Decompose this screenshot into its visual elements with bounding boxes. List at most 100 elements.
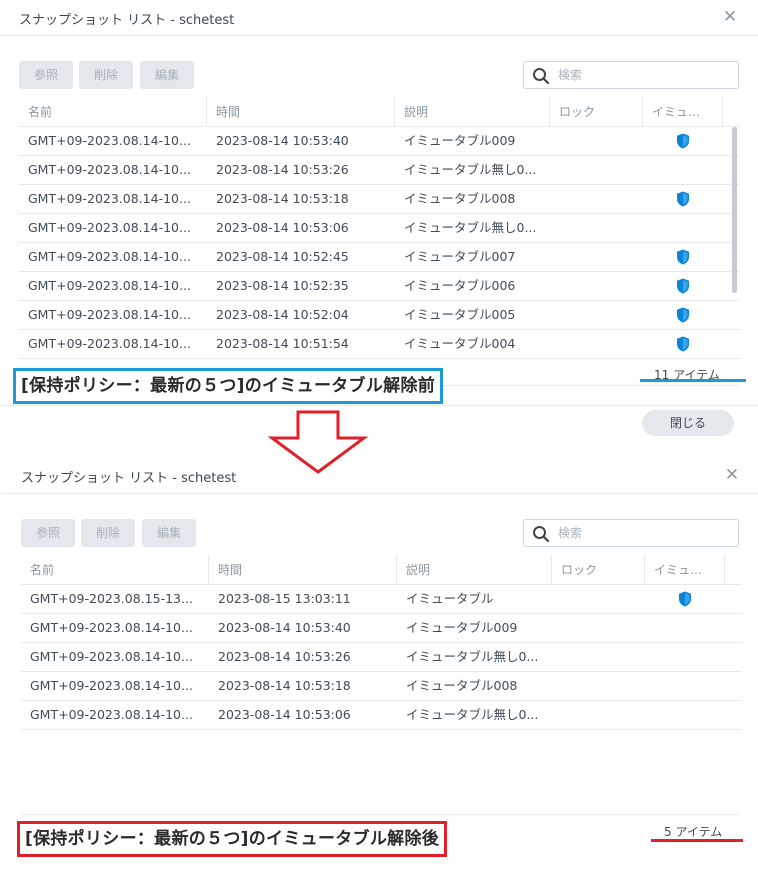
cell-name: GMT+09-2023.08.14-10... [30, 678, 193, 693]
table-row[interactable]: GMT+09-2023.08.14-10... 2023-08-14 10:53:… [19, 185, 740, 214]
table-row[interactable]: GMT+09-2023.08.14-10... 2023-08-14 10:52:… [19, 243, 740, 272]
close-button[interactable]: 閉じる [642, 410, 734, 436]
item-count: 5 アイテム [664, 825, 723, 839]
search-box[interactable] [523, 519, 739, 547]
close-icon[interactable]: ✕ [724, 465, 740, 485]
search-icon [533, 526, 550, 543]
table-row[interactable]: GMT+09-2023.08.14-10... 2023-08-14 10:53:… [21, 701, 742, 730]
cell-lock [550, 185, 643, 213]
cell-immutable [645, 614, 725, 642]
search-input[interactable] [558, 523, 728, 543]
table-row[interactable]: GMT+09-2023.08.14-10... 2023-08-14 10:52:… [19, 301, 740, 330]
cell-time: 2023-08-14 10:53:26 [218, 649, 351, 664]
table-row[interactable]: GMT+09-2023.08.15-13... 2023-08-15 13:03:… [21, 585, 742, 614]
browse-button[interactable]: 参照 [19, 61, 73, 89]
table-row[interactable]: GMT+09-2023.08.14-10... 2023-08-14 10:53:… [19, 127, 740, 156]
table-row[interactable]: GMT+09-2023.08.14-10... 2023-08-14 10:53:… [21, 643, 742, 672]
toolbar: 参照 削除 編集 [19, 61, 739, 89]
cell-name: GMT+09-2023.08.15-13... [30, 591, 193, 606]
cell-name: GMT+09-2023.08.14-10... [28, 133, 191, 148]
column-header-immutable[interactable]: イミュ… [645, 555, 725, 585]
cell-time: 2023-08-14 10:53:18 [216, 191, 349, 206]
cell-lock [550, 127, 643, 155]
cell-description: イミュータブル無し0... [404, 220, 537, 235]
column-header-time[interactable]: 時間 [209, 555, 397, 585]
cell-name: GMT+09-2023.08.14-10... [30, 707, 193, 722]
snapshot-list-dialog-after: スナップショット リスト - schetest ✕ 参照 削除 編集 名前 時間… [2, 458, 758, 869]
dialog-title: スナップショット リスト - schetest [19, 13, 235, 28]
vertical-scrollbar[interactable] [732, 127, 737, 293]
cell-lock [552, 643, 645, 671]
cell-description: イミュータブル004 [404, 336, 516, 351]
dialog-title-bar: スナップショット リスト - schetest ✕ [0, 0, 758, 36]
cell-name: GMT+09-2023.08.14-10... [28, 278, 191, 293]
shield-icon [677, 191, 689, 206]
table-row[interactable]: GMT+09-2023.08.14-10... 2023-08-14 10:53:… [21, 672, 742, 701]
search-box[interactable] [523, 61, 739, 89]
cell-immutable [643, 185, 723, 213]
cell-description: イミュータブル無し0... [406, 707, 539, 722]
column-header-description[interactable]: 説明 [395, 97, 550, 127]
cell-description: イミュータブル009 [404, 133, 516, 148]
cell-time: 2023-08-15 13:03:11 [218, 591, 351, 606]
column-header-name[interactable]: 名前 [19, 97, 207, 127]
cell-immutable [643, 272, 723, 300]
annotation-caption-after: [保持ポリシー：最新の５つ]のイミュータブル解除後 [17, 821, 448, 857]
cell-immutable [643, 243, 723, 271]
cell-immutable [645, 672, 725, 700]
cell-name: GMT+09-2023.08.14-10... [28, 249, 191, 264]
table-row[interactable]: GMT+09-2023.08.14-10... 2023-08-14 10:52:… [19, 272, 740, 301]
cell-name: GMT+09-2023.08.14-10... [28, 336, 191, 351]
cell-lock [550, 330, 643, 358]
cell-immutable [645, 701, 725, 729]
shield-icon [677, 278, 689, 293]
edit-button[interactable]: 編集 [142, 519, 196, 547]
cell-name: GMT+09-2023.08.14-10... [28, 220, 191, 235]
grid-header: 名前 時間 説明 ロック イミュ… [19, 97, 740, 127]
browse-button[interactable]: 参照 [21, 519, 75, 547]
table-row[interactable]: GMT+09-2023.08.14-10... 2023-08-14 10:53:… [19, 156, 740, 185]
cell-time: 2023-08-14 10:52:45 [216, 249, 349, 264]
cell-immutable [643, 127, 723, 155]
cell-description: イミュータブル006 [404, 278, 516, 293]
column-header-time[interactable]: 時間 [207, 97, 395, 127]
annotation-caption-before: [保持ポリシー：最新の５つ]のイミュータブル解除前 [13, 368, 444, 404]
cell-lock [552, 585, 645, 613]
cell-time: 2023-08-14 10:52:35 [216, 278, 349, 293]
cell-description: イミュータブル無し0... [406, 649, 539, 664]
delete-button[interactable]: 削除 [79, 61, 133, 89]
search-icon [533, 68, 550, 85]
column-header-immutable[interactable]: イミュ… [643, 97, 723, 127]
table-row[interactable]: GMT+09-2023.08.14-10... 2023-08-14 10:51:… [19, 330, 740, 359]
cell-time: 2023-08-14 10:53:06 [216, 220, 349, 235]
snapshot-list-dialog-before: スナップショット リスト - schetest ✕ 参照 削除 編集 名前 時間… [0, 0, 758, 405]
cell-time: 2023-08-14 10:53:26 [216, 162, 349, 177]
cell-immutable [643, 156, 723, 184]
cell-description: イミュータブル無し0... [404, 162, 537, 177]
delete-button[interactable]: 削除 [81, 519, 135, 547]
table-row[interactable]: GMT+09-2023.08.14-10... 2023-08-14 10:53:… [19, 214, 740, 243]
snapshot-grid: 名前 時間 説明 ロック イミュ… GMT+09-2023.08.14-10..… [19, 97, 740, 359]
cell-description: イミュータブル005 [404, 307, 516, 322]
cell-lock [552, 672, 645, 700]
cell-description: イミュータブル007 [404, 249, 516, 264]
dialog-title-bar: スナップショット リスト - schetest ✕ [2, 458, 758, 494]
cell-immutable [643, 330, 723, 358]
toolbar: 参照 削除 編集 [21, 519, 739, 547]
search-input[interactable] [558, 65, 728, 85]
column-header-lock[interactable]: ロック [552, 555, 645, 585]
shield-icon [677, 336, 689, 351]
grid-body: GMT+09-2023.08.14-10... 2023-08-14 10:53:… [19, 127, 740, 359]
close-icon[interactable]: ✕ [722, 7, 738, 27]
grid-header: 名前 時間 説明 ロック イミュ… [21, 555, 742, 585]
cell-immutable [645, 643, 725, 671]
cell-time: 2023-08-14 10:51:54 [216, 336, 349, 351]
table-row[interactable]: GMT+09-2023.08.14-10... 2023-08-14 10:53:… [21, 614, 742, 643]
cell-lock [550, 272, 643, 300]
column-header-lock[interactable]: ロック [550, 97, 643, 127]
cell-lock [550, 214, 643, 242]
column-header-name[interactable]: 名前 [21, 555, 209, 585]
edit-button[interactable]: 編集 [140, 61, 194, 89]
column-header-description[interactable]: 説明 [397, 555, 552, 585]
cell-description: イミュータブル008 [404, 191, 516, 206]
